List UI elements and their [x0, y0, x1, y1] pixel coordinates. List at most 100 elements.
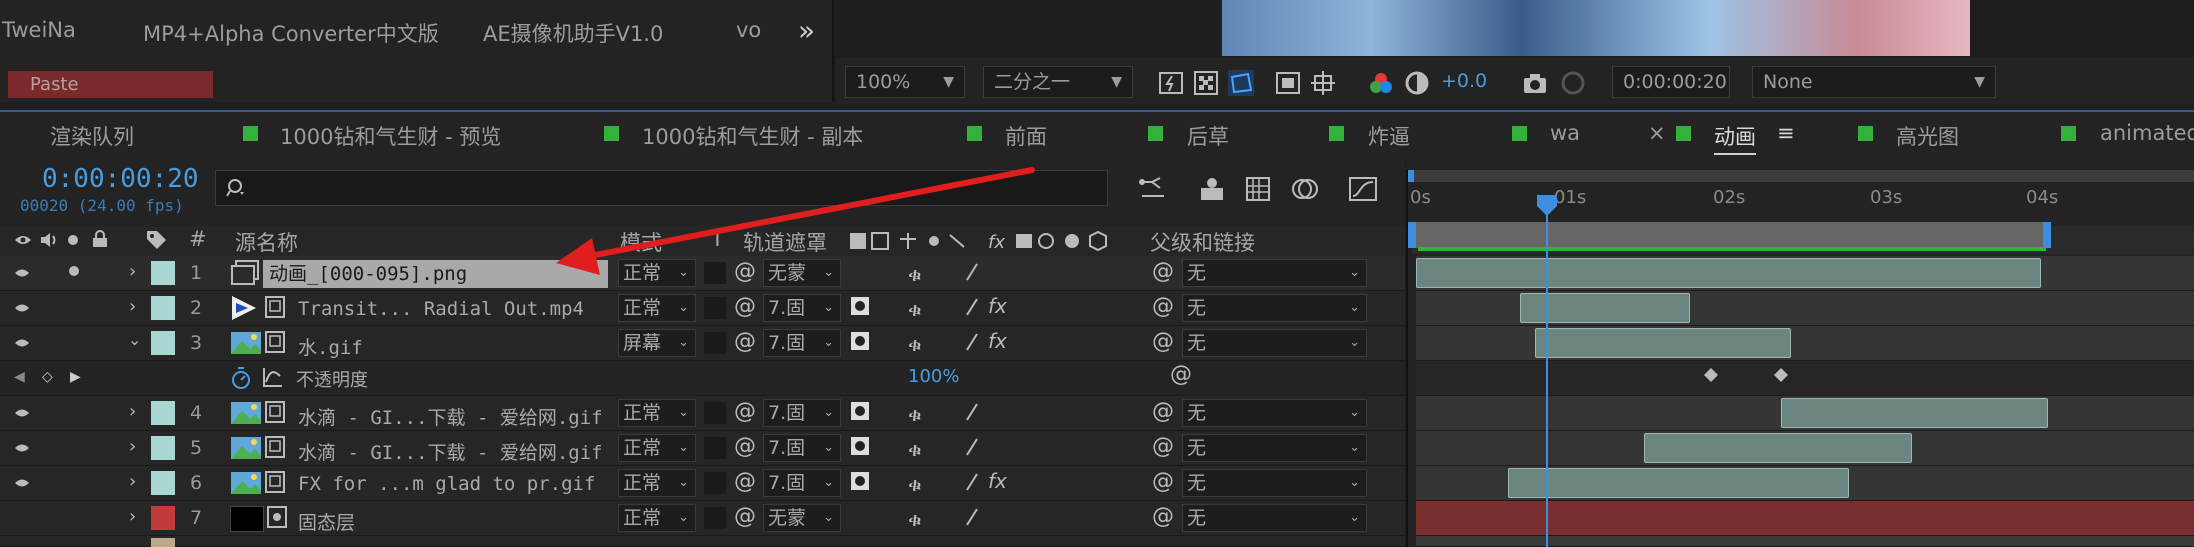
layer-duration-bar[interactable]	[1508, 468, 1849, 498]
expand-chevron-icon[interactable]: ›	[129, 401, 136, 422]
matte-pickwhip-icon[interactable]: @	[734, 294, 756, 319]
eye-icon[interactable]	[14, 443, 30, 453]
shy-switch-icon[interactable]: ቁ	[908, 297, 922, 321]
preserve-transparency-toggle[interactable]	[704, 402, 726, 424]
graph-editor-icon[interactable]	[1348, 174, 1378, 204]
label-color-swatch[interactable]	[151, 436, 175, 460]
tab-1000-preview[interactable]: 1000钻和气生财 - 预览	[280, 121, 501, 151]
shy-switch-icon[interactable]: ቁ	[908, 402, 922, 426]
region-of-interest-icon[interactable]	[1275, 70, 1301, 96]
track-matte-dropdown[interactable]: 无蒙 ⌄	[763, 259, 841, 287]
show-snapshot-icon[interactable]	[1560, 70, 1586, 96]
stopwatch-icon[interactable]	[230, 366, 252, 390]
eye-icon[interactable]	[14, 408, 30, 418]
layer-duration-bar[interactable]	[1535, 328, 1791, 358]
matte-alpha-icon[interactable]	[850, 436, 870, 456]
time-navigator[interactable]	[1408, 170, 2194, 182]
tab-render-queue[interactable]: 渲染队列	[50, 121, 134, 151]
label-color-swatch[interactable]	[151, 401, 175, 425]
layer-name[interactable]: 水滴 - GI...下载 - 爱给网.gif	[298, 403, 603, 430]
matte-pickwhip-icon[interactable]: @	[734, 399, 756, 424]
eye-icon[interactable]	[14, 338, 30, 348]
quality-switch-icon[interactable]	[964, 437, 980, 457]
layer-name[interactable]: 动画_[000-095].png	[263, 260, 608, 288]
collapse-chevron-icon[interactable]: ⌄	[128, 330, 141, 349]
snapshot-camera-icon[interactable]	[1522, 70, 1548, 96]
tab-animation[interactable]: 动画	[1714, 121, 1756, 155]
add-keyframe-icon[interactable]: ◇	[42, 369, 53, 385]
frame-blending-icon[interactable]	[1243, 174, 1273, 204]
matte-alpha-icon[interactable]	[850, 401, 870, 421]
panel-tab-tweina[interactable]: TweiNa	[2, 18, 76, 42]
quality-switch-icon[interactable]	[964, 507, 980, 527]
current-time-indicator-line[interactable]	[1546, 196, 1548, 547]
effects-fx-icon[interactable]: fx	[988, 469, 1007, 493]
timeline-track-solid[interactable]	[1416, 501, 2194, 536]
exposure-value[interactable]: +0.0	[1441, 70, 1487, 92]
solo-dot-icon[interactable]	[68, 265, 80, 277]
panel-tab-camera-helper[interactable]: AE摄像机助手V1.0	[483, 18, 663, 48]
tab-explode[interactable]: 炸逼	[1368, 121, 1410, 151]
quality-switch-icon[interactable]	[964, 332, 980, 352]
blend-mode-dropdown[interactable]: 正常 ⌄	[618, 469, 696, 497]
parent-dropdown[interactable]: 无 ⌄	[1182, 434, 1367, 462]
layer-name[interactable]: 水滴 - GI...下载 - 爱给网.gif	[298, 438, 603, 465]
parent-pickwhip-icon[interactable]: @	[1152, 294, 1174, 319]
next-keyframe-icon[interactable]: ▶	[70, 369, 81, 385]
matte-pickwhip-icon[interactable]: @	[734, 329, 756, 354]
matte-alpha-icon[interactable]	[850, 331, 870, 351]
tab-menu-icon[interactable]: ≡	[1777, 121, 1795, 145]
view-dropdown[interactable]: None ▼	[1752, 66, 1996, 98]
graph-toggle-icon[interactable]	[262, 366, 284, 388]
parent-pickwhip-icon[interactable]: @	[1152, 259, 1174, 284]
label-color-swatch[interactable]	[151, 331, 175, 355]
reset-exposure-icon[interactable]	[1404, 70, 1430, 96]
tab-back-grass[interactable]: 后草	[1187, 121, 1229, 151]
expand-chevron-icon[interactable]: ›	[129, 471, 136, 492]
zoom-dropdown[interactable]: 100% ▼	[845, 66, 965, 98]
shy-switch-icon[interactable]: ቁ	[908, 437, 922, 461]
column-source-name[interactable]: 源名称	[235, 227, 298, 257]
layer-duration-bar[interactable]	[1644, 433, 1912, 463]
shy-switch-icon[interactable]: ቁ	[908, 507, 922, 531]
opacity-value[interactable]: 100%	[908, 366, 959, 387]
matte-alpha-icon[interactable]	[850, 471, 870, 491]
tab-animated-b[interactable]: animated_b	[2100, 121, 2194, 145]
label-color-swatch[interactable]	[151, 506, 175, 530]
quality-switch-icon[interactable]	[964, 472, 980, 492]
comp-flowchart-icon[interactable]	[1138, 174, 1168, 204]
matte-pickwhip-icon[interactable]: @	[734, 259, 756, 284]
matte-pickwhip-icon[interactable]: @	[734, 504, 756, 529]
preserve-transparency-toggle[interactable]	[704, 437, 726, 459]
tab-highlight[interactable]: 高光图	[1896, 121, 1959, 151]
matte-pickwhip-icon[interactable]: @	[734, 469, 756, 494]
property-row-opacity[interactable]	[0, 361, 1405, 396]
eye-icon[interactable]	[14, 303, 30, 313]
shy-switch-icon[interactable]: ቁ	[908, 472, 922, 496]
tab-front[interactable]: 前面	[1005, 121, 1047, 151]
keyframe-diamond[interactable]	[1703, 367, 1719, 383]
expand-chevron-icon[interactable]: ›	[129, 506, 136, 527]
effects-fx-icon[interactable]: fx	[988, 294, 1007, 318]
channels-icon[interactable]	[1368, 70, 1394, 96]
label-color-swatch[interactable]	[151, 471, 175, 495]
fast-preview-icon[interactable]	[1158, 70, 1184, 96]
layer-name[interactable]: FX for ...m glad to pr.gif	[298, 473, 595, 495]
shy-switch-icon[interactable]: ቁ	[908, 262, 922, 286]
transparency-grid-icon[interactable]	[1193, 70, 1219, 96]
shy-layers-icon[interactable]	[1197, 174, 1227, 204]
parent-dropdown[interactable]: 无 ⌄	[1182, 399, 1367, 427]
panel-overflow-button[interactable]: »	[798, 14, 815, 47]
blend-mode-dropdown[interactable]: 正常 ⌄	[618, 294, 696, 322]
viewer-timecode[interactable]: 0:00:00:20	[1612, 66, 1730, 98]
motion-blur-icon[interactable]	[1290, 174, 1320, 204]
playhead-icon[interactable]	[1536, 194, 1558, 218]
parent-dropdown[interactable]: 无 ⌄	[1182, 294, 1367, 322]
keyframe-diamond[interactable]	[1773, 367, 1789, 383]
quality-switch-icon[interactable]	[964, 297, 980, 317]
preserve-transparency-toggle[interactable]	[704, 472, 726, 494]
preserve-transparency-toggle[interactable]	[704, 262, 726, 284]
panel-tab-mp4-alpha-converter[interactable]: MP4+Alpha Converter中文版	[143, 18, 439, 48]
matte-pickwhip-icon[interactable]: @	[734, 434, 756, 459]
expand-chevron-icon[interactable]: ›	[129, 296, 136, 317]
